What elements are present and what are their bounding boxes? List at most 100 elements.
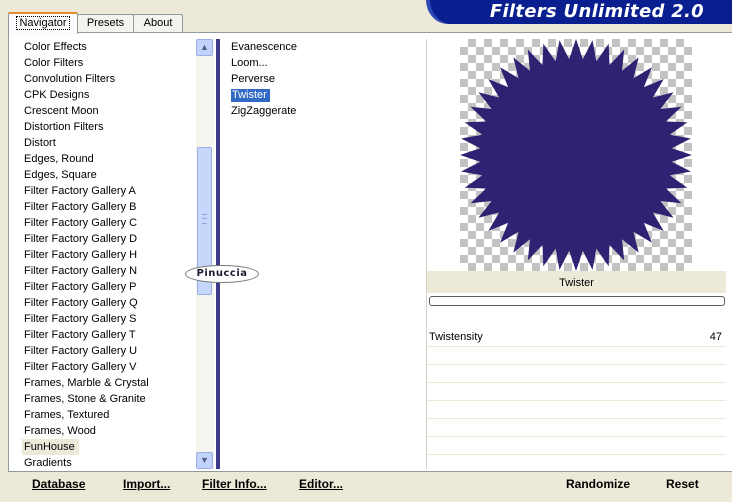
filter-item-label: ZigZaggerate xyxy=(231,105,297,117)
category-item-label: Filter Factory Gallery B xyxy=(24,201,137,213)
category-item-label: Color Filters xyxy=(24,57,84,69)
grip-icon xyxy=(202,214,207,224)
preview-shape xyxy=(460,39,692,271)
param-row-empty xyxy=(427,437,726,455)
param-row-empty xyxy=(427,383,726,401)
preview-image xyxy=(460,39,692,271)
category-item[interactable]: Frames, Stone & Granite xyxy=(22,391,200,407)
category-item-label: Edges, Round xyxy=(24,153,94,165)
category-item-label: FunHouse xyxy=(22,439,79,455)
category-item[interactable]: FunHouse xyxy=(22,439,200,455)
filter-item[interactable]: Twister xyxy=(230,87,420,103)
category-item-label: Frames, Stone & Granite xyxy=(24,393,146,405)
category-list[interactable]: Color Effects Color Filters Convolution Fi… xyxy=(22,39,200,471)
category-item[interactable]: Color Filters xyxy=(22,55,200,71)
database-button[interactable]: Database xyxy=(32,476,85,492)
category-item-label: Frames, Wood xyxy=(24,425,96,437)
category-item-label: Edges, Square xyxy=(24,169,97,181)
tab-navigator-label: Navigator xyxy=(16,16,70,30)
filter-item[interactable]: Loom... xyxy=(230,55,420,71)
category-item-label: CPK Designs xyxy=(24,89,90,101)
scroll-down-button[interactable]: ▼ xyxy=(196,452,213,469)
category-item-label: Filter Factory Gallery A xyxy=(24,185,136,197)
filter-item[interactable]: ZigZaggerate xyxy=(230,103,420,119)
category-item-label: Frames, Textured xyxy=(24,409,110,421)
category-item-label: Frames, Marble & Crystal xyxy=(24,377,149,389)
watermark-logo: Pinuccia xyxy=(185,265,259,283)
category-item-label: Crescent Moon xyxy=(24,105,99,117)
category-scrollbar[interactable]: ▲ ▼ xyxy=(196,39,214,469)
preview-panel: Twister Twistensity 47 xyxy=(426,39,726,473)
category-item-label: Filter Factory Gallery S xyxy=(24,313,137,325)
category-item[interactable]: Filter Factory Gallery Q xyxy=(22,295,200,311)
filter-item[interactable]: Evanescence xyxy=(230,39,420,55)
navigator-panel: Color Effects Color Filters Convolution Fi… xyxy=(8,32,732,473)
import-button[interactable]: Import... xyxy=(123,476,170,492)
category-item[interactable]: Frames, Marble & Crystal xyxy=(22,375,200,391)
filter-item-label: Perverse xyxy=(231,73,276,85)
starburst-shape xyxy=(460,39,692,271)
category-item-label: Filter Factory Gallery N xyxy=(24,265,138,277)
category-item[interactable]: Color Effects xyxy=(22,39,200,55)
category-item-label: Distortion Filters xyxy=(24,121,104,133)
category-item-label: Filter Factory Gallery U xyxy=(24,345,138,357)
param-row-empty xyxy=(427,365,726,383)
param-value: 47 xyxy=(709,331,722,343)
category-item[interactable]: Filter Factory Gallery S xyxy=(22,311,200,327)
category-item[interactable]: Frames, Textured xyxy=(22,407,200,423)
category-item[interactable]: Filter Factory Gallery C xyxy=(22,215,200,231)
filter-item-label: Evanescence xyxy=(231,41,298,53)
category-item[interactable]: Filter Factory Gallery U xyxy=(22,343,200,359)
editor-button[interactable]: Editor... xyxy=(299,476,343,492)
category-item-label: Distort xyxy=(24,137,56,149)
tab-navigator[interactable]: Navigator xyxy=(8,12,78,34)
category-item[interactable]: Filter Factory Gallery D xyxy=(22,231,200,247)
category-item-label: Convolution Filters xyxy=(24,73,116,85)
category-item[interactable]: Filter Factory Gallery P xyxy=(22,279,200,295)
filter-item-label: Twister xyxy=(231,89,270,102)
category-item-label: Filter Factory Gallery D xyxy=(24,233,138,245)
randomize-button[interactable]: Randomize xyxy=(566,476,630,492)
category-item[interactable]: Distort xyxy=(22,135,200,151)
category-item-label: Filter Factory Gallery V xyxy=(24,361,137,373)
category-item[interactable]: Gradients xyxy=(22,455,200,471)
app-title: Filters Unlimited 2.0 xyxy=(489,1,704,22)
tab-about[interactable]: About xyxy=(133,14,183,32)
filter-info-button[interactable]: Filter Info... xyxy=(202,476,267,492)
category-item[interactable]: Filter Factory Gallery B xyxy=(22,199,200,215)
category-item-label: Filter Factory Gallery Q xyxy=(24,297,138,309)
current-filter-name: Twister xyxy=(427,271,726,293)
param-row-empty xyxy=(427,455,726,473)
category-item[interactable]: Filter Factory Gallery T xyxy=(22,327,200,343)
category-item[interactable]: Crescent Moon xyxy=(22,103,200,119)
param-label: Twistensity xyxy=(429,331,483,343)
category-item-label: Filter Factory Gallery P xyxy=(24,281,137,293)
category-item-label: Color Effects xyxy=(24,41,87,53)
category-item[interactable]: Frames, Wood xyxy=(22,423,200,439)
parameter-list: Twistensity 47 xyxy=(427,329,726,473)
category-item-label: Filter Factory Gallery C xyxy=(24,217,138,229)
category-item[interactable]: Convolution Filters xyxy=(22,71,200,87)
category-item[interactable]: Filter Factory Gallery A xyxy=(22,183,200,199)
category-item[interactable]: CPK Designs xyxy=(22,87,200,103)
category-item[interactable]: Edges, Round xyxy=(22,151,200,167)
header-banner: Filters Unlimited 2.0 xyxy=(430,0,732,24)
param-row-twistensity[interactable]: Twistensity 47 xyxy=(427,329,726,347)
filter-item[interactable]: Perverse xyxy=(230,71,420,87)
category-item[interactable]: Distortion Filters xyxy=(22,119,200,135)
category-item[interactable]: Edges, Square xyxy=(22,167,200,183)
scroll-up-button[interactable]: ▲ xyxy=(196,39,213,56)
category-item[interactable]: Filter Factory Gallery N xyxy=(22,263,200,279)
category-item-label: Filter Factory Gallery H xyxy=(24,249,138,261)
filter-item-label: Loom... xyxy=(231,57,268,69)
category-item[interactable]: Filter Factory Gallery V xyxy=(22,359,200,375)
category-item-label: Gradients xyxy=(24,457,72,469)
reset-button[interactable]: Reset xyxy=(666,476,699,492)
progress-bar xyxy=(429,296,725,306)
tab-presets[interactable]: Presets xyxy=(77,14,134,32)
filter-list[interactable]: Evanescence Loom... Perverse Twister ZigZagg… xyxy=(230,39,420,119)
param-row-empty xyxy=(427,401,726,419)
param-row-empty xyxy=(427,347,726,365)
list-divider xyxy=(216,39,220,469)
category-item[interactable]: Filter Factory Gallery H xyxy=(22,247,200,263)
